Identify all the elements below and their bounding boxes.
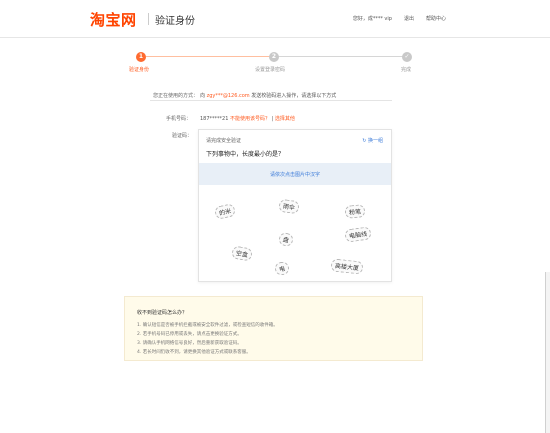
step-2-label: 设置登录密码 — [255, 67, 286, 73]
help-item: 2. 若手机号码已停用或丢失，请点击更换验证方式。 — [137, 332, 242, 337]
captcha-instruction-band: 请依次点击图片中汉字 — [199, 163, 391, 185]
logout-link[interactable]: 退出 — [404, 15, 414, 22]
change-phone-link[interactable]: 不能使用该号码？ — [230, 116, 270, 122]
verify-method-value: 向 zgy***@126.com 发送校验码进入操作，请选择以下方式 — [200, 92, 336, 99]
help-item: 1. 确认短信是否被手机拦截或被安全软件过滤，或检查短信的收件箱。 — [137, 323, 278, 328]
method-suffix: 发送校验码进入操作，请选择以下方式 — [251, 93, 337, 99]
step-3-check-icon: ✓ — [402, 52, 412, 62]
site-header: 淘宝网 验证身份 您好，成**** vip 退出 帮助中心 — [0, 0, 550, 38]
divider — [150, 100, 392, 101]
masked-phone: 187*****21 — [200, 116, 229, 122]
captcha-title: 请完成安全验证 — [206, 138, 242, 144]
captcha-image-area[interactable]: 的米 雨伞 粉笔 盘 电脑线 空盒 电 高楼大厦 — [199, 185, 391, 281]
captcha-glyph[interactable]: 空盒 — [231, 245, 253, 262]
other-method-link[interactable]: 选择其他 — [275, 116, 295, 122]
help-box: 收不到验证码怎么办？ 1. 确认短信是否被手机拦截或被安全软件过滤，或检查短信的… — [124, 296, 423, 361]
step-1-indicator: 1 — [136, 52, 146, 62]
progress-steps: 1 2 ✓ 验证身份 设置登录密码 完成 — [129, 52, 412, 74]
captcha-glyph[interactable]: 雨伞 — [278, 198, 300, 215]
captcha-question: 下列事物中，长度最小的是？ — [206, 151, 285, 158]
captcha-refresh-button[interactable]: ↻ 换一组 — [362, 137, 383, 144]
captcha-panel: 请完成安全验证 ↻ 换一组 下列事物中，长度最小的是？ 请依次点击图片中汉字 的… — [198, 129, 392, 282]
captcha-glyph[interactable]: 盘 — [277, 231, 295, 248]
captcha-glyph[interactable]: 的米 — [213, 203, 237, 220]
header-divider — [148, 13, 149, 25]
captcha-glyph[interactable]: 电脑线 — [344, 226, 372, 243]
verify-method-label: 您正在使用的方式： — [153, 93, 199, 99]
step-3-label: 完成 — [401, 67, 412, 73]
captcha-glyph[interactable]: 高楼大厦 — [330, 258, 364, 275]
user-greeting-link[interactable]: 您好，成**** vip — [353, 15, 392, 22]
masked-email: zgy***@126.com — [206, 93, 250, 99]
help-title: 收不到验证码怎么办？ — [137, 310, 188, 316]
phone-label: 手机号码： — [166, 116, 192, 122]
help-center-link[interactable]: 帮助中心 — [426, 15, 446, 22]
phone-row: 187*****21 不能使用该号码？ | 选择其他 — [200, 116, 295, 122]
step-1-label: 验证身份 — [129, 67, 150, 73]
step-2-indicator: 2 — [269, 52, 279, 62]
user-links: 您好，成**** vip 退出 帮助中心 — [353, 15, 446, 22]
page-scrollbar[interactable] — [545, 272, 550, 433]
help-item: 4. 若长时间仍收不到，请更换其他验证方式或联系客服。 — [137, 350, 251, 355]
captcha-label: 验证码： — [172, 133, 193, 139]
captcha-glyph[interactable]: 粉笔 — [344, 204, 366, 219]
method-prefix: 向 — [200, 93, 206, 99]
taobao-logo[interactable]: 淘宝网 — [90, 9, 137, 30]
captcha-glyph[interactable]: 电 — [273, 260, 291, 277]
step-connector — [278, 56, 406, 57]
step-connector — [146, 56, 274, 57]
page-title: 验证身份 — [155, 16, 195, 27]
captcha-instruction: 请依次点击图片中汉字 — [269, 172, 320, 178]
help-item: 3. 请确认手机网络信号良好，然后重新获取验证码。 — [137, 341, 242, 346]
